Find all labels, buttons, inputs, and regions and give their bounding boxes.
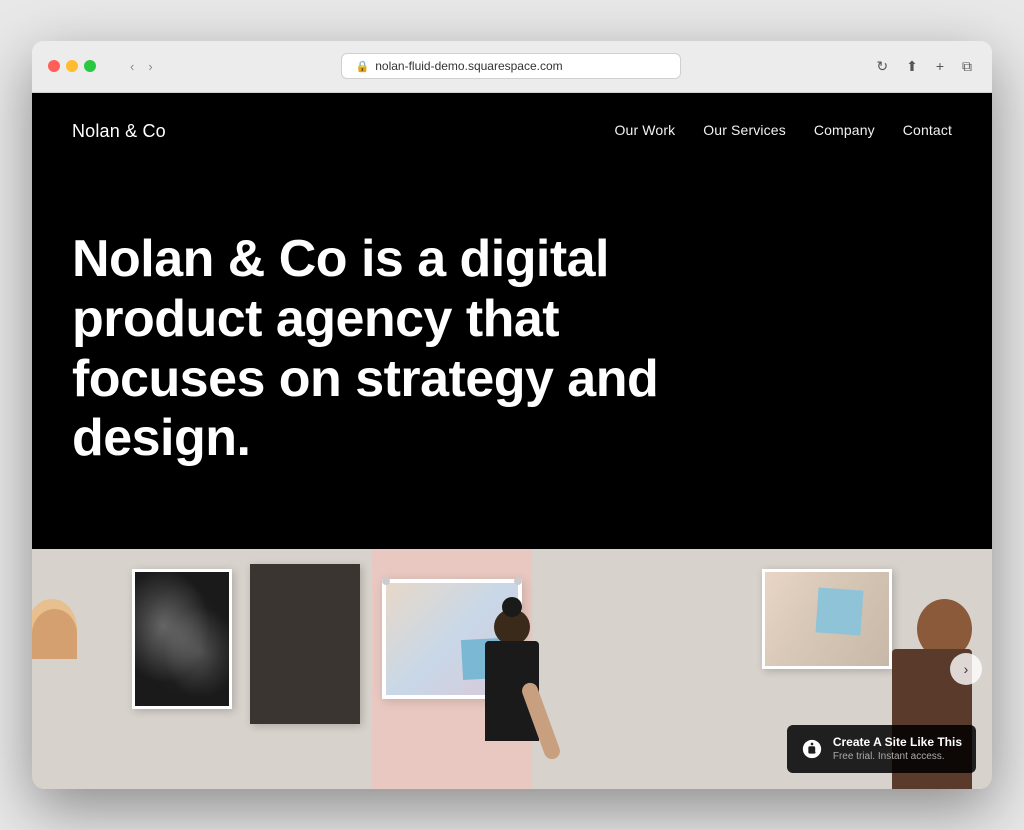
browser-window: ‹ › 🔒 nolan-fluid-demo.squarespace.com ↻…	[32, 41, 992, 789]
window-icon-button[interactable]	[112, 64, 120, 68]
sticky-note-2	[815, 588, 863, 636]
artwork-frame-2	[250, 564, 360, 724]
artwork-inner-1	[135, 572, 229, 706]
person-hair-bun	[502, 597, 522, 617]
traffic-light-close[interactable]	[48, 60, 60, 72]
partial-person-left	[32, 589, 92, 789]
address-bar[interactable]: 🔒 nolan-fluid-demo.squarespace.com	[341, 53, 681, 79]
nav-links-list: Our Work Our Services Company Contact	[615, 122, 953, 140]
arrow-icon: ›	[964, 661, 969, 677]
nav-item-our-services[interactable]: Our Services	[703, 122, 786, 140]
nav-item-our-work[interactable]: Our Work	[615, 122, 676, 140]
nav-item-contact[interactable]: Contact	[903, 122, 952, 140]
squarespace-badge-title: Create A Site Like This	[833, 735, 962, 751]
nav-link-our-services[interactable]: Our Services	[703, 122, 786, 138]
lock-icon: 🔒	[356, 60, 370, 73]
site-logo[interactable]: Nolan & Co	[72, 121, 166, 142]
slideshow-next-arrow[interactable]: ›	[950, 653, 982, 685]
image-section: › Create A Site Like This Free trial. In…	[32, 549, 992, 789]
person-torso	[485, 641, 539, 741]
forward-button[interactable]: ›	[144, 57, 156, 76]
browser-navigation-controls: ‹ ›	[112, 57, 157, 76]
site-nav: Nolan & Co Our Work Our Services Company…	[32, 93, 992, 170]
person-head-left	[32, 609, 77, 659]
back-button[interactable]: ‹	[126, 57, 138, 76]
new-tab-button[interactable]: +	[932, 56, 948, 76]
traffic-light-minimize[interactable]	[66, 60, 78, 72]
squarespace-badge-text: Create A Site Like This Free trial. Inst…	[833, 735, 962, 764]
nav-link-our-work[interactable]: Our Work	[615, 122, 676, 138]
duplicate-button[interactable]: ⧉	[958, 56, 976, 77]
person-head-center	[494, 609, 530, 645]
address-bar-container: 🔒 nolan-fluid-demo.squarespace.com	[169, 53, 853, 79]
traffic-lights	[48, 60, 96, 72]
photo-scene: › Create A Site Like This Free trial. In…	[32, 549, 992, 789]
browser-chrome: ‹ › 🔒 nolan-fluid-demo.squarespace.com ↻…	[32, 41, 992, 93]
url-text: nolan-fluid-demo.squarespace.com	[375, 59, 562, 73]
traffic-light-maximize[interactable]	[84, 60, 96, 72]
squarespace-logo-icon	[801, 738, 823, 760]
share-button[interactable]: ⬆	[902, 56, 922, 77]
hero-section: Nolan & Co is a digital product agency t…	[32, 170, 992, 549]
person-center	[472, 609, 552, 789]
nav-link-contact[interactable]: Contact	[903, 122, 952, 138]
nav-item-company[interactable]: Company	[814, 122, 875, 140]
browser-action-buttons: ↻ ⬆ + ⧉	[872, 56, 976, 77]
reload-button[interactable]: ↻	[872, 56, 892, 77]
website-content: Nolan & Co Our Work Our Services Company…	[32, 93, 992, 789]
nav-link-company[interactable]: Company	[814, 122, 875, 138]
artwork-frame-1	[132, 569, 232, 709]
squarespace-badge[interactable]: Create A Site Like This Free trial. Inst…	[787, 725, 976, 774]
hero-headline: Nolan & Co is a digital product agency t…	[72, 230, 692, 469]
squarespace-badge-subtitle: Free trial. Instant access.	[833, 750, 962, 763]
floral-artwork	[135, 572, 229, 706]
